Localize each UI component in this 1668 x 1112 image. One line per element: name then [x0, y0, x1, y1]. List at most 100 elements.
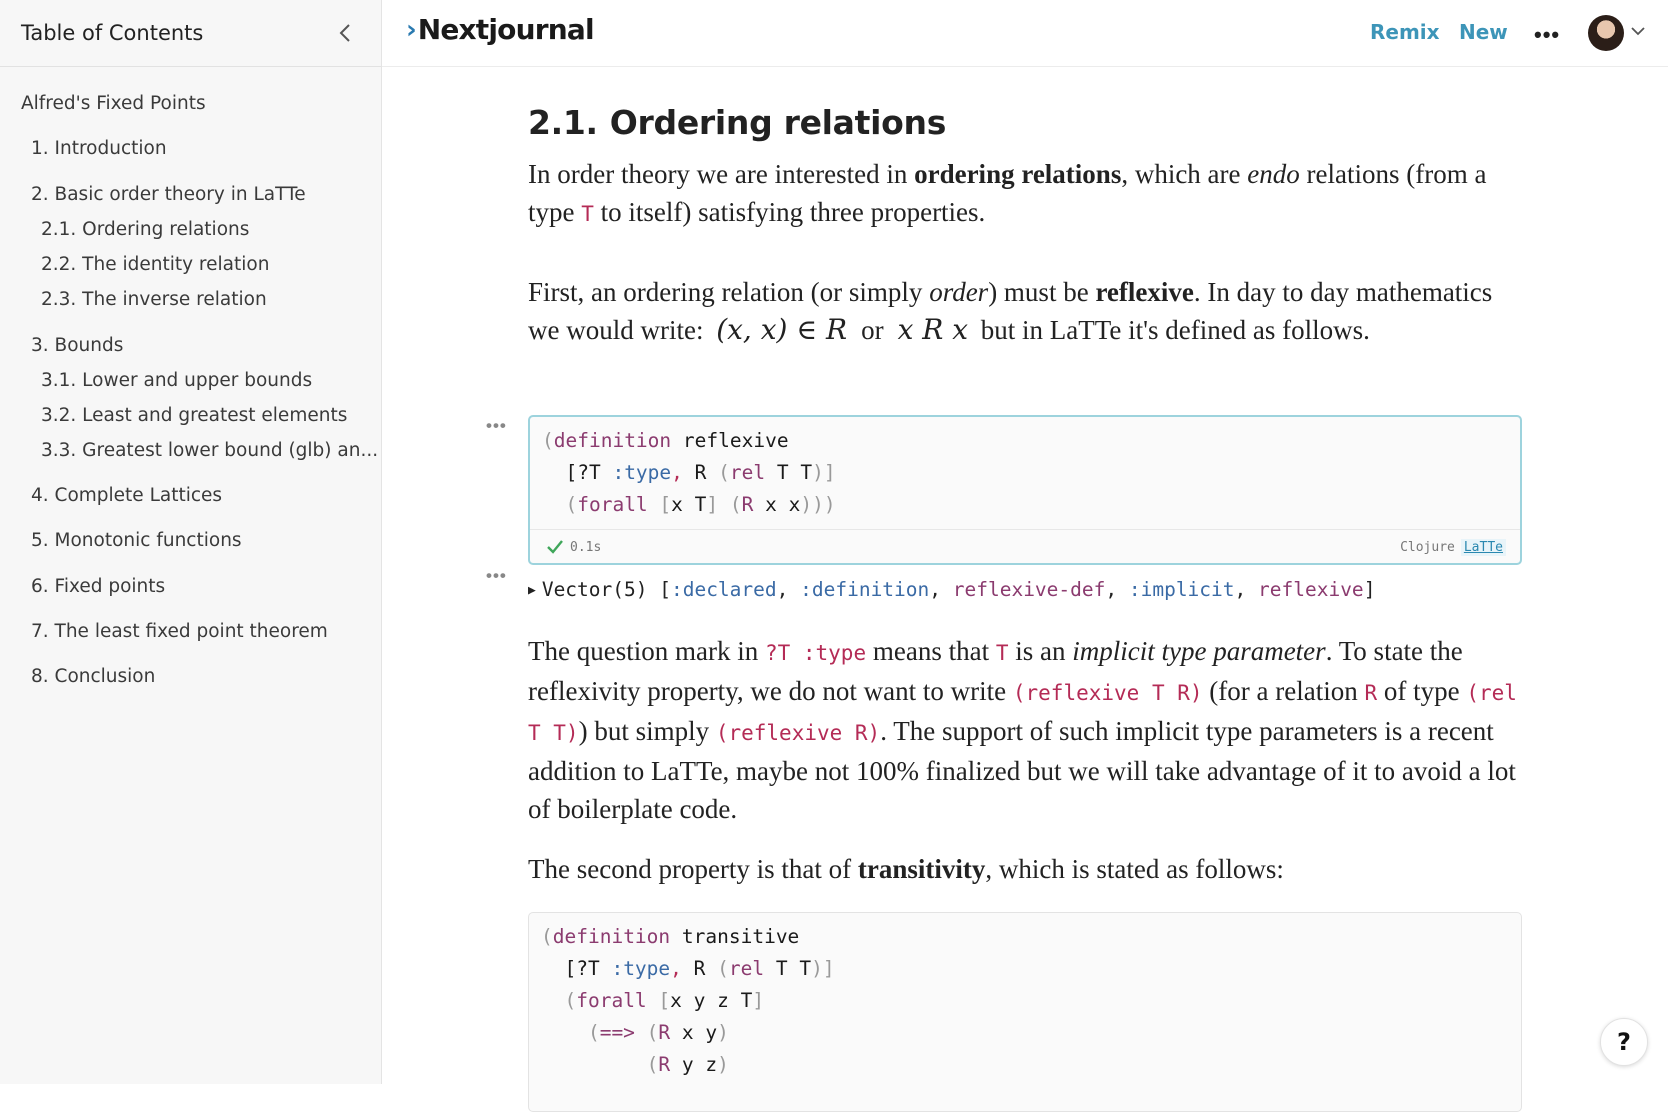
symbol: reflexive-def — [952, 578, 1106, 601]
toc-sidebar: Table of Contents Alfred's Fixed Points … — [0, 0, 382, 1084]
inline-code: (reflexive R) — [715, 721, 881, 745]
paragraph-ordering-relations: In order theory we are interested in ord… — [528, 155, 1522, 233]
inline-code: R — [1364, 681, 1378, 705]
keyword: forall — [577, 493, 648, 516]
inline-code: T — [995, 641, 1009, 665]
italic-term: order — [929, 277, 989, 307]
toc-item-least-greatest-elements[interactable]: 3.2. Least and greatest elements — [41, 405, 347, 426]
clj-keyword: :implicit — [1128, 578, 1235, 601]
keyword: rel — [729, 461, 766, 484]
toc-item-ordering-relations[interactable]: 2.1. Ordering relations — [41, 219, 249, 240]
bold-term: reflexive — [1095, 277, 1194, 307]
symbol: T T — [765, 461, 813, 484]
toc-item-monotonic-functions[interactable]: 5. Monotonic functions — [31, 530, 242, 551]
clj-keyword: :type — [611, 957, 671, 980]
text: , which is stated as follows: — [985, 854, 1284, 884]
paren: ( — [542, 429, 554, 452]
symbol: R — [681, 957, 718, 980]
cell-result[interactable]: ▶ Vector(5) [:declared, :definition, refl… — [528, 578, 1375, 601]
section-title: Ordering relations — [609, 103, 947, 142]
text: The question mark in — [528, 636, 765, 666]
paren: )] — [811, 957, 835, 980]
toc-item-alfreds-fixed-points[interactable]: Alfred's Fixed Points — [21, 93, 206, 114]
paren: ( — [718, 461, 730, 484]
toc-item-inverse-relation[interactable]: 2.3. The inverse relation — [41, 289, 267, 310]
new-button[interactable]: New — [1459, 20, 1508, 44]
paragraph-implicit-params: The question mark in ?T :type means that… — [528, 632, 1522, 828]
comma: , — [670, 957, 682, 980]
nextjournal-logo[interactable]: › Nextjournal — [406, 13, 595, 46]
symbol: reflexive — [671, 429, 789, 452]
text: to itself) satisfying three properties. — [593, 197, 986, 227]
text: (for a relation — [1202, 676, 1365, 706]
italic-term: endo — [1247, 159, 1300, 189]
toc-item-identity-relation[interactable]: 2.2. The identity relation — [41, 254, 269, 275]
symbol: [?T — [542, 461, 613, 484]
paren: ))) — [800, 493, 836, 516]
inline-code: ?T :type — [764, 641, 867, 665]
text: In order theory we are interested in — [528, 159, 915, 189]
symbol: x x — [753, 493, 801, 516]
paren: [ — [647, 493, 672, 516]
more-menu-icon[interactable]: ••• — [1534, 22, 1560, 48]
toc-item-least-fixed-point-theorem[interactable]: 7. The least fixed point theorem — [31, 621, 328, 642]
code-cell-reflexive[interactable]: (definition reflexive [?T :type, R (rel … — [528, 415, 1522, 565]
keyword: forall — [576, 989, 647, 1012]
avatar[interactable] — [1588, 15, 1624, 51]
text: is an — [1008, 636, 1073, 666]
symbol: x T — [671, 493, 707, 516]
text: , — [1234, 578, 1259, 601]
toc-item-complete-lattices[interactable]: 4. Complete Lattices — [31, 485, 222, 506]
cell-menu-icon[interactable]: ••• — [486, 416, 507, 436]
code-cell-transitive[interactable]: (definition transitive [?T :type, R (rel… — [528, 912, 1522, 1112]
toc-item-greatest-lower-bound[interactable]: 3.3. Greatest lower bound (glb) an... — [41, 440, 378, 461]
paren: ( — [541, 925, 553, 948]
remix-button[interactable]: Remix — [1370, 20, 1440, 44]
math-formula: x R x — [897, 313, 969, 346]
text: , — [776, 578, 801, 601]
text: means that — [866, 636, 996, 666]
toc-item-introduction[interactable]: 1. Introduction — [31, 138, 167, 159]
text: ] — [1363, 578, 1376, 601]
paren: ( — [541, 1053, 659, 1076]
paren: ( — [541, 989, 577, 1012]
paren: ( — [717, 957, 729, 980]
math-or: or — [861, 315, 884, 345]
text: but in LaTTe it's defined as follows. — [974, 315, 1370, 345]
section-heading: 2.1. Ordering relations — [528, 103, 946, 142]
keyword: R — [658, 1053, 671, 1076]
result-menu-icon[interactable]: ••• — [486, 566, 507, 586]
toc-item-lower-upper-bounds[interactable]: 3.1. Lower and upper bounds — [41, 370, 312, 391]
help-button[interactable]: ? — [1600, 1018, 1648, 1066]
text: , which are — [1121, 159, 1248, 189]
toc-title: Table of Contents — [21, 21, 204, 45]
section-number: 2.1. — [528, 103, 598, 142]
paragraph-reflexive: First, an ordering relation (or simply o… — [528, 273, 1522, 349]
text: ) must be — [988, 277, 1096, 307]
toc-item-bounds[interactable]: 3. Bounds — [31, 335, 123, 356]
collapse-sidebar-button[interactable] — [331, 19, 359, 47]
text: , — [1105, 578, 1129, 601]
text: of type — [1377, 676, 1467, 706]
clj-keyword: :definition — [800, 578, 930, 601]
toc-item-conclusion[interactable]: 8. Conclusion — [31, 666, 155, 687]
chevron-down-icon[interactable] — [1630, 24, 1646, 42]
text: First, an ordering relation (or simply — [528, 277, 930, 307]
toc-header: Table of Contents — [0, 0, 381, 67]
comma: , — [671, 461, 683, 484]
italic-term: implicit type parameter — [1072, 636, 1326, 666]
check-icon — [547, 540, 563, 554]
toc-item-basic-order-theory[interactable]: 2. Basic order theory in LaTTe — [31, 184, 306, 205]
paren: ) — [717, 1053, 729, 1076]
lib-tag[interactable]: LaTTe — [1460, 538, 1506, 556]
code-editor[interactable]: (definition reflexive [?T :type, R (rel … — [530, 417, 1520, 529]
expand-triangle-icon[interactable]: ▶ — [528, 583, 536, 598]
toc-item-fixed-points[interactable]: 6. Fixed points — [31, 576, 165, 597]
logo-text: Nextjournal — [417, 13, 595, 46]
keyword: R — [658, 1021, 671, 1044]
keyword: ==> — [599, 1021, 635, 1044]
paragraph-transitivity: The second property is that of transitiv… — [528, 850, 1522, 888]
bold-term: transitivity — [857, 854, 986, 884]
symbol: y z — [670, 1053, 718, 1076]
code-editor[interactable]: (definition transitive [?T :type, R (rel… — [529, 913, 1521, 1089]
